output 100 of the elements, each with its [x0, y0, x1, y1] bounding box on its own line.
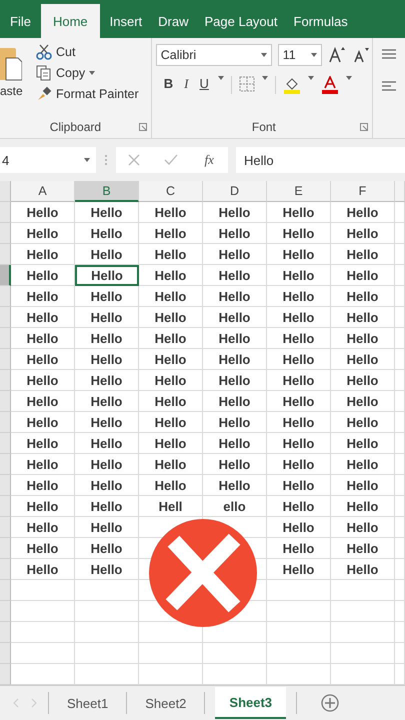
format-painter-button[interactable]: Format Painter — [56, 87, 139, 101]
table-cell: Hello — [11, 307, 75, 328]
column-header[interactable]: E — [267, 181, 331, 202]
table-cell: Hello — [75, 391, 139, 412]
table-cell — [395, 517, 405, 538]
table-cell: Hello — [267, 412, 331, 433]
table-cell: Hello — [267, 328, 331, 349]
table-cell: Hello — [11, 286, 75, 307]
column-header[interactable]: A — [11, 181, 75, 202]
row-header[interactable] — [0, 265, 11, 286]
column-header[interactable] — [395, 181, 405, 202]
table-cell: Hello — [203, 265, 267, 286]
table-cell: Hello — [203, 475, 267, 496]
scroll-right-icon[interactable] — [30, 698, 38, 708]
caret-icon[interactable] — [346, 76, 352, 80]
table-cell: Hello — [267, 475, 331, 496]
table-cell: Hello — [11, 349, 75, 370]
ribbon-tab[interactable]: Draw — [152, 4, 194, 38]
caret-icon[interactable] — [218, 76, 224, 80]
copy-button[interactable]: Copy — [56, 66, 86, 80]
table-cell: Hello — [331, 517, 395, 538]
column-header[interactable]: D — [203, 181, 267, 202]
ribbon-tab[interactable]: Home — [40, 4, 100, 38]
table-cell: Hello — [203, 307, 267, 328]
scroll-left-icon[interactable] — [12, 698, 20, 708]
dialog-launcher-icon[interactable] — [138, 123, 147, 131]
decrease-font-icon[interactable] — [352, 46, 370, 64]
table-cell — [395, 643, 405, 664]
ribbon-tab[interactable]: File — [4, 4, 37, 38]
table-cell: ello — [203, 496, 267, 517]
increase-font-icon[interactable] — [328, 46, 346, 64]
table-cell: Hello — [203, 349, 267, 370]
name-box[interactable]: 4 — [0, 147, 96, 173]
table-cell — [11, 643, 75, 664]
table-cell: Hello — [11, 517, 75, 538]
table-cell: Hello — [267, 496, 331, 517]
cut-button[interactable]: Cut — [56, 45, 76, 59]
ribbon-tab[interactable]: Formulas — [288, 4, 354, 38]
fill-color-icon[interactable] — [282, 76, 301, 94]
active-cell[interactable]: Hello — [75, 265, 139, 286]
table-cell: Hello — [11, 433, 75, 454]
table-cell: Hello — [75, 559, 139, 580]
bold-button[interactable]: B — [162, 76, 176, 91]
table-cell: Hello — [267, 286, 331, 307]
table-cell: Hello — [139, 349, 203, 370]
table-cell: Hello — [331, 370, 395, 391]
caret-icon[interactable] — [308, 76, 314, 80]
table-cell: Hello — [267, 433, 331, 454]
dialog-launcher-icon[interactable] — [360, 123, 368, 131]
font-color-icon[interactable] — [320, 76, 339, 94]
italic-button[interactable]: I — [182, 76, 190, 92]
table-cell: Hello — [203, 223, 267, 244]
caret-icon[interactable] — [260, 53, 267, 57]
group-label: Font — [252, 120, 276, 134]
table-cell — [395, 580, 405, 601]
table-cell: Hello — [203, 286, 267, 307]
font-size-field[interactable]: 11 — [278, 44, 322, 66]
table-cell: Hello — [139, 202, 203, 223]
column-header[interactable]: C — [139, 181, 203, 202]
column-header[interactable]: B — [75, 181, 139, 202]
formula-input[interactable]: Hello — [236, 147, 405, 173]
cross-badge-icon — [149, 519, 257, 627]
font-name-field[interactable]: Calibri — [156, 44, 272, 66]
table-cell — [331, 580, 395, 601]
copy-icon — [36, 65, 52, 81]
scissors-icon — [36, 44, 52, 60]
ribbon-tab[interactable]: Insert — [104, 4, 148, 38]
cancel-icon[interactable] — [128, 154, 140, 166]
table-cell: Hello — [139, 307, 203, 328]
column-header[interactable]: F — [331, 181, 395, 202]
table-cell: Hello — [331, 265, 395, 286]
table-cell — [395, 223, 405, 244]
add-sheet-icon[interactable] — [321, 694, 340, 712]
table-cell: Hello — [11, 328, 75, 349]
select-all-corner[interactable] — [0, 181, 11, 202]
table-cell — [395, 286, 405, 307]
table-cell — [395, 496, 405, 517]
table-cell — [395, 622, 405, 643]
sheet-tab[interactable]: Sheet3 — [215, 687, 286, 719]
caret-icon[interactable] — [262, 76, 268, 80]
paste-button[interactable]: aste — [0, 84, 30, 98]
caret-icon[interactable] — [310, 53, 317, 57]
sheet-tab[interactable]: Sheet1 — [59, 687, 116, 719]
check-icon[interactable] — [164, 154, 178, 166]
table-cell — [11, 622, 75, 643]
table-cell: Hello — [203, 202, 267, 223]
borders-icon[interactable] — [238, 76, 255, 92]
sheet-tab[interactable]: Sheet2 — [137, 687, 194, 719]
table-cell: Hello — [75, 349, 139, 370]
table-cell — [395, 202, 405, 223]
table-cell: Hello — [331, 391, 395, 412]
table-cell: Hello — [75, 433, 139, 454]
table-cell: Hello — [11, 538, 75, 559]
insert-function-button[interactable]: fx — [202, 152, 216, 168]
underline-button[interactable]: U — [198, 76, 211, 91]
caret-icon[interactable] — [89, 71, 96, 75]
table-cell: Hello — [331, 244, 395, 265]
ribbon-tab[interactable]: Page Layout — [198, 4, 284, 38]
table-cell: Hello — [267, 265, 331, 286]
table-cell: Hello — [331, 559, 395, 580]
